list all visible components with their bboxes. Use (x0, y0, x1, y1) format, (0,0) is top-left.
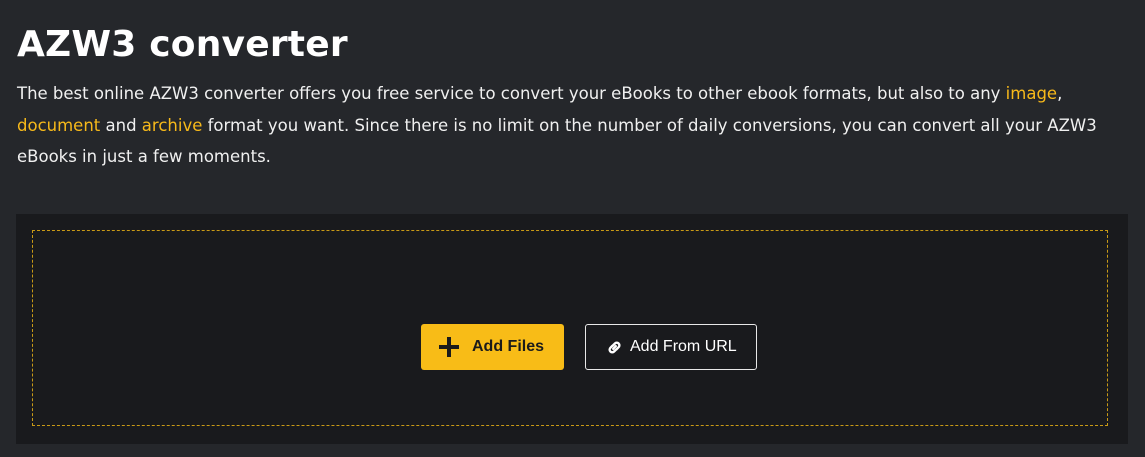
image-link[interactable]: image (1006, 84, 1057, 103)
page-title: AZW3 converter (17, 24, 348, 65)
file-dropzone[interactable]: Add Files Add From URL (32, 230, 1108, 426)
add-files-button[interactable]: Add Files (421, 324, 564, 370)
archive-link[interactable]: archive (142, 116, 203, 135)
intro-text-3: and (100, 115, 142, 135)
link-icon (606, 339, 623, 356)
plus-icon (438, 336, 460, 358)
add-from-url-label: Add From URL (630, 338, 737, 355)
upload-buttons: Add Files Add From URL (421, 324, 757, 370)
document-link[interactable]: document (17, 116, 100, 135)
upload-panel: Add Files Add From URL (16, 214, 1128, 444)
intro-text-1: The best online AZW3 converter offers yo… (17, 84, 1006, 103)
add-files-label: Add Files (472, 338, 545, 355)
intro-text-2: , (1057, 84, 1063, 103)
intro-paragraph: The best online AZW3 converter offers yo… (17, 78, 1127, 173)
add-from-url-button[interactable]: Add From URL (585, 324, 757, 370)
